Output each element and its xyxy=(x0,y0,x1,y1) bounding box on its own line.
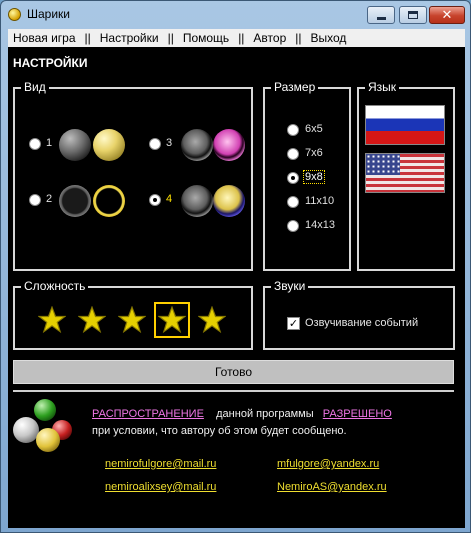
menu-bar: Новая игра || Настройки || Помощь || Авт… xyxy=(8,29,465,47)
gold-ring-icon xyxy=(93,185,125,217)
difficulty-group-label: Сложность xyxy=(21,279,89,293)
view-radio-4[interactable] xyxy=(149,194,161,206)
size-radio-7x6[interactable] xyxy=(287,148,299,160)
blue-gold-ring-ball-icon xyxy=(213,185,245,217)
license-line-1: РАСПРОСТРАНЕНИЕ данной программы РАЗРЕШЕ… xyxy=(92,408,392,420)
sounds-checkbox-label: Озвучивание событий xyxy=(305,317,419,329)
view-radio-label-4: 4 xyxy=(166,193,173,205)
done-button[interactable]: Готово xyxy=(13,360,454,384)
view-radio-3[interactable] xyxy=(149,138,161,150)
menu-separator: || xyxy=(295,31,302,45)
email-link-2[interactable]: mfulgore@yandex.ru xyxy=(277,458,379,470)
menu-exit[interactable]: Выход xyxy=(305,31,351,45)
view-radio-label-2: 2 xyxy=(46,193,53,205)
view-radio-label-1: 1 xyxy=(46,137,53,149)
size-label-6x5: 6x5 xyxy=(305,123,323,135)
pink-ring-ball-icon xyxy=(213,129,245,161)
sounds-checkbox[interactable]: ✓ xyxy=(287,317,300,330)
menu-author[interactable]: Автор xyxy=(248,31,291,45)
difficulty-star-2-icon[interactable] xyxy=(78,306,106,334)
app-window: Шарики ✕ Новая игра || Настройки || Помо… xyxy=(0,0,471,533)
minimize-button[interactable] xyxy=(367,6,395,24)
difficulty-star-3-icon[interactable] xyxy=(118,306,146,334)
size-label-11x10: 11x10 xyxy=(305,195,335,207)
size-label-14x13: 14x13 xyxy=(305,219,335,231)
license-text: данной программы xyxy=(216,408,314,420)
language-group-label: Язык xyxy=(365,80,400,94)
view-group-label: Вид xyxy=(21,80,49,94)
ball-app-icon xyxy=(8,8,21,21)
dark-ring-icon xyxy=(59,185,91,217)
maximize-button[interactable] xyxy=(399,6,427,24)
menu-separator: || xyxy=(84,31,91,45)
size-radio-9x8[interactable] xyxy=(287,172,299,184)
menu-separator: || xyxy=(238,31,245,45)
title-bar[interactable]: Шарики ✕ xyxy=(1,1,470,29)
size-label-9x8: 9x8 xyxy=(303,170,325,184)
size-radio-6x5[interactable] xyxy=(287,124,299,136)
language-group: Язык xyxy=(357,80,455,271)
size-group-label: Размер xyxy=(271,80,319,94)
view-radio-1[interactable] xyxy=(29,138,41,150)
size-group: Размер 6x5 7x6 9x8 11x10 14x13 xyxy=(263,80,351,271)
allowed-link[interactable]: РАЗРЕШЕНО xyxy=(323,408,392,420)
green-ball-icon xyxy=(34,399,56,421)
divider xyxy=(13,390,454,392)
window-title: Шарики xyxy=(27,7,71,21)
view-group: Вид 1 3 2 4 xyxy=(13,80,253,271)
gray-ring-ball-icon xyxy=(181,129,213,161)
close-button[interactable]: ✕ xyxy=(429,6,465,24)
email-link-3[interactable]: nemiroalixsey@mail.ru xyxy=(105,481,216,493)
view-radio-label-3: 3 xyxy=(166,137,173,149)
difficulty-group: Сложность xyxy=(13,279,253,350)
gold-ball-icon xyxy=(93,129,125,161)
usa-flag-icon[interactable] xyxy=(365,153,445,193)
view-radio-2[interactable] xyxy=(29,194,41,206)
email-link-4[interactable]: NemiroAS@yandex.ru xyxy=(277,481,387,493)
menu-help[interactable]: Помощь xyxy=(178,31,234,45)
page-title: НАСТРОЙКИ xyxy=(13,56,88,70)
settings-panel: НАСТРОЙКИ Вид 1 3 2 4 Размер 6x5 7x6 9x8… xyxy=(8,47,465,528)
difficulty-star-1-icon[interactable] xyxy=(38,306,66,334)
menu-separator: || xyxy=(167,31,174,45)
email-link-1[interactable]: nemirofulgore@mail.ru xyxy=(105,458,216,470)
sounds-group-label: Звуки xyxy=(271,279,309,293)
close-icon: ✕ xyxy=(441,7,453,23)
gray-ball-icon xyxy=(59,129,91,161)
difficulty-star-5-icon[interactable] xyxy=(198,306,226,334)
size-radio-11x10[interactable] xyxy=(287,196,299,208)
maximize-icon xyxy=(408,11,418,19)
menu-settings[interactable]: Настройки xyxy=(95,31,164,45)
size-radio-14x13[interactable] xyxy=(287,220,299,232)
minimize-icon xyxy=(376,16,386,20)
difficulty-star-4-icon[interactable] xyxy=(158,306,186,334)
gold-ball-icon xyxy=(36,428,60,452)
sounds-group: Звуки ✓ Озвучивание событий xyxy=(263,279,455,350)
gray-ring-ball-icon xyxy=(181,185,213,217)
russian-flag-icon[interactable] xyxy=(365,105,445,145)
distribution-link[interactable]: РАСПРОСТРАНЕНИЕ xyxy=(92,408,204,420)
menu-new-game[interactable]: Новая игра xyxy=(8,31,81,45)
license-line-2: при условии, что автору об этом будет со… xyxy=(92,425,347,437)
size-label-7x6: 7x6 xyxy=(305,147,323,159)
